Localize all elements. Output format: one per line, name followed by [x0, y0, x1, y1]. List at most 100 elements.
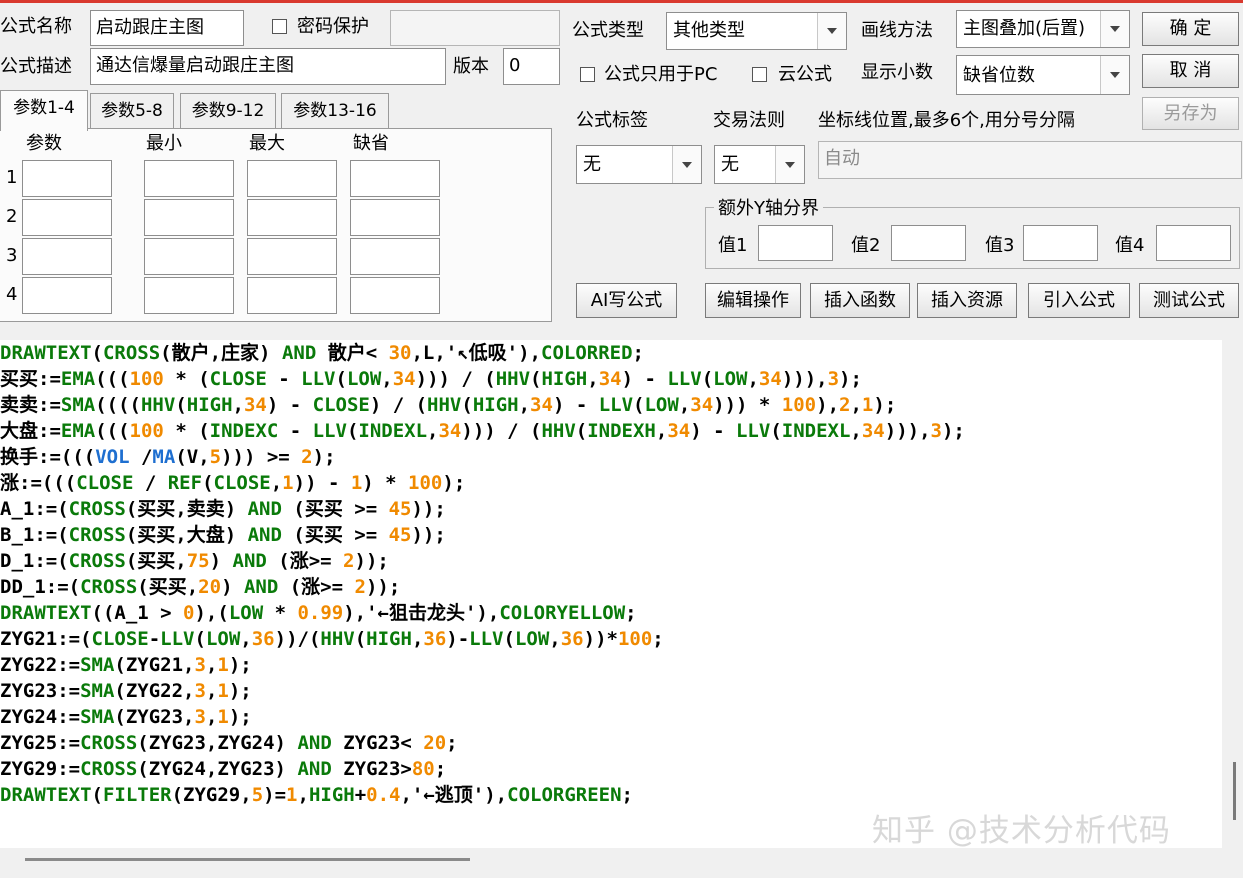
code-line: DRAWTEXT((A_1 > 0),(LOW * 0.99),'←狙击龙头')… — [0, 602, 637, 624]
params-panel: 参数 最小 最大 缺省 1 2 3 4 — [0, 128, 552, 322]
trade-rule-select[interactable]: 无 — [714, 145, 805, 184]
y4-label: 值4 — [1115, 235, 1145, 256]
formula-name-label: 公式名称 — [0, 16, 72, 37]
insert-resource-button[interactable]: 插入资源 — [917, 283, 1017, 318]
code-line: ZYG29:=CROSS(ZYG24,ZYG23) AND ZYG23>80; — [0, 758, 447, 780]
ok-button[interactable]: 确 定 — [1142, 12, 1239, 46]
param-1-name-field[interactable] — [22, 160, 112, 197]
code-editor[interactable]: DRAWTEXT(CROSS(散户,庄家) AND 散户< 30,L,'↖低吸'… — [0, 340, 1222, 848]
y1-label: 值1 — [718, 235, 748, 256]
ai-write-button[interactable]: AI写公式 — [576, 283, 677, 318]
param-2-max-field[interactable] — [247, 199, 337, 236]
y2-label: 值2 — [851, 235, 881, 256]
param-2-min-field[interactable] — [144, 199, 234, 236]
param-1-default-field[interactable] — [350, 160, 440, 197]
code-line: ZYG22:=SMA(ZYG21,3,1); — [0, 654, 252, 676]
code-line: 大盘:=EMA(((100 * (INDEXC - LLV(INDEXL,34)… — [0, 420, 965, 442]
vertical-scrollbar[interactable] — [1233, 762, 1236, 820]
param-3-name-field[interactable] — [22, 238, 112, 275]
cancel-button[interactable]: 取 消 — [1142, 54, 1239, 88]
code-line: 卖卖:=SMA((((HHV(HIGH,34) - CLOSE) / (HHV(… — [0, 394, 897, 416]
test-formula-button[interactable]: 测试公式 — [1139, 283, 1239, 318]
y3-field[interactable] — [1023, 225, 1098, 261]
chevron-down-icon[interactable] — [817, 13, 846, 49]
param-header-max: 最大 — [249, 133, 285, 154]
param-4-max-field[interactable] — [247, 277, 337, 314]
chevron-down-icon[interactable] — [672, 146, 701, 183]
edit-ops-button[interactable]: 编辑操作 — [705, 283, 801, 318]
tab-params-9-12[interactable]: 参数9-12 — [180, 93, 276, 129]
horizontal-scrollbar[interactable] — [25, 858, 470, 861]
y4-field[interactable] — [1156, 225, 1231, 261]
formula-type-label: 公式类型 — [572, 20, 644, 41]
decimals-value: 缺省位数 — [963, 65, 1035, 86]
code-line: DD_1:=(CROSS(买买,20) AND (涨>= 2)); — [0, 576, 401, 598]
tab-params-5-8[interactable]: 参数5-8 — [90, 93, 174, 129]
param-4-min-field[interactable] — [144, 277, 234, 314]
code-line: 买买:=EMA(((100 * (CLOSE - LLV(LOW,34))) /… — [0, 368, 862, 390]
param-header-name: 参数 — [26, 133, 62, 154]
insert-function-button[interactable]: 插入函数 — [810, 283, 910, 318]
param-4-default-field[interactable] — [350, 277, 440, 314]
formula-type-select[interactable]: 其他类型 — [666, 12, 847, 50]
param-1-min-field[interactable] — [144, 160, 234, 197]
formula-name-field[interactable]: 启动跟庄主图 — [90, 10, 244, 46]
watermark: 知乎 @技术分析代码 — [872, 813, 1171, 849]
chevron-down-icon[interactable] — [775, 146, 804, 183]
trade-rule-label: 交易法则 — [713, 110, 785, 131]
tab-params-1-4[interactable]: 参数1-4 — [0, 90, 88, 131]
param-row-number: 1 — [6, 167, 18, 188]
password-label: 密码保护 — [297, 16, 369, 37]
pc-only-checkbox[interactable] — [580, 67, 595, 82]
window-top-border — [0, 0, 1243, 3]
decimals-label: 显示小数 — [861, 62, 933, 83]
formula-type-value: 其他类型 — [673, 20, 745, 41]
tab-params-13-16[interactable]: 参数13-16 — [281, 93, 389, 129]
draw-method-select[interactable]: 主图叠加(后置) — [956, 10, 1130, 48]
cloud-formula-label: 云公式 — [778, 64, 832, 85]
param-3-min-field[interactable] — [144, 238, 234, 275]
code-line: 涨:=(((CLOSE / REF(CLOSE,1)) - 1) * 100); — [0, 472, 466, 494]
code-line: ZYG24:=SMA(ZYG23,3,1); — [0, 706, 252, 728]
formula-desc-label: 公式描述 — [0, 56, 72, 77]
param-3-default-field[interactable] — [350, 238, 440, 275]
coord-line-field[interactable]: 自动 — [818, 141, 1242, 179]
y2-field[interactable] — [891, 225, 966, 261]
code-line: 换手:=(((VOL /MA(V,5))) >= 2); — [0, 446, 336, 468]
password-field[interactable] — [390, 10, 560, 46]
trade-rule-value: 无 — [721, 154, 739, 175]
chevron-down-icon[interactable] — [1100, 56, 1129, 94]
formula-desc-field[interactable]: 通达信爆量启动跟庄主图 — [90, 48, 446, 85]
formula-tag-value: 无 — [583, 154, 601, 175]
param-row-number: 3 — [6, 245, 18, 266]
import-formula-button[interactable]: 引入公式 — [1028, 283, 1130, 318]
param-2-name-field[interactable] — [22, 199, 112, 236]
pc-only-label: 公式只用于PC — [604, 64, 718, 85]
extra-y-axis-legend: 额外Y轴分界 — [718, 198, 819, 219]
version-field[interactable]: 0 — [503, 48, 560, 85]
formula-tag-label: 公式标签 — [576, 110, 648, 131]
password-checkbox[interactable] — [272, 19, 287, 34]
param-row-number: 4 — [6, 284, 18, 305]
param-3-max-field[interactable] — [247, 238, 337, 275]
decimals-select[interactable]: 缺省位数 — [956, 55, 1130, 95]
cloud-formula-checkbox[interactable] — [752, 67, 767, 82]
code-line: B_1:=(CROSS(买买,大盘) AND (买买 >= 45)); — [0, 524, 446, 546]
param-header-default: 缺省 — [353, 133, 389, 154]
code-line: DRAWTEXT(CROSS(散户,庄家) AND 散户< 30,L,'↖低吸'… — [0, 342, 644, 364]
code-line: A_1:=(CROSS(买买,卖卖) AND (买买 >= 45)); — [0, 498, 446, 520]
code-line: D_1:=(CROSS(买买,75) AND (涨>= 2)); — [0, 550, 389, 572]
y3-label: 值3 — [985, 235, 1015, 256]
coord-line-label: 坐标线位置,最多6个,用分号分隔 — [818, 110, 1075, 131]
formula-tag-select[interactable]: 无 — [576, 145, 702, 184]
param-1-max-field[interactable] — [247, 160, 337, 197]
code-line: ZYG21:=(CLOSE-LLV(LOW,36))/(HHV(HIGH,36)… — [0, 628, 664, 650]
chevron-down-icon[interactable] — [1100, 11, 1129, 47]
param-2-default-field[interactable] — [350, 199, 440, 236]
draw-method-value: 主图叠加(后置) — [963, 18, 1086, 39]
code-line: ZYG23:=SMA(ZYG22,3,1); — [0, 680, 252, 702]
param-4-name-field[interactable] — [22, 277, 112, 314]
save-as-button[interactable]: 另存为 — [1142, 97, 1239, 130]
param-row-number: 2 — [6, 206, 18, 227]
y1-field[interactable] — [758, 225, 833, 261]
